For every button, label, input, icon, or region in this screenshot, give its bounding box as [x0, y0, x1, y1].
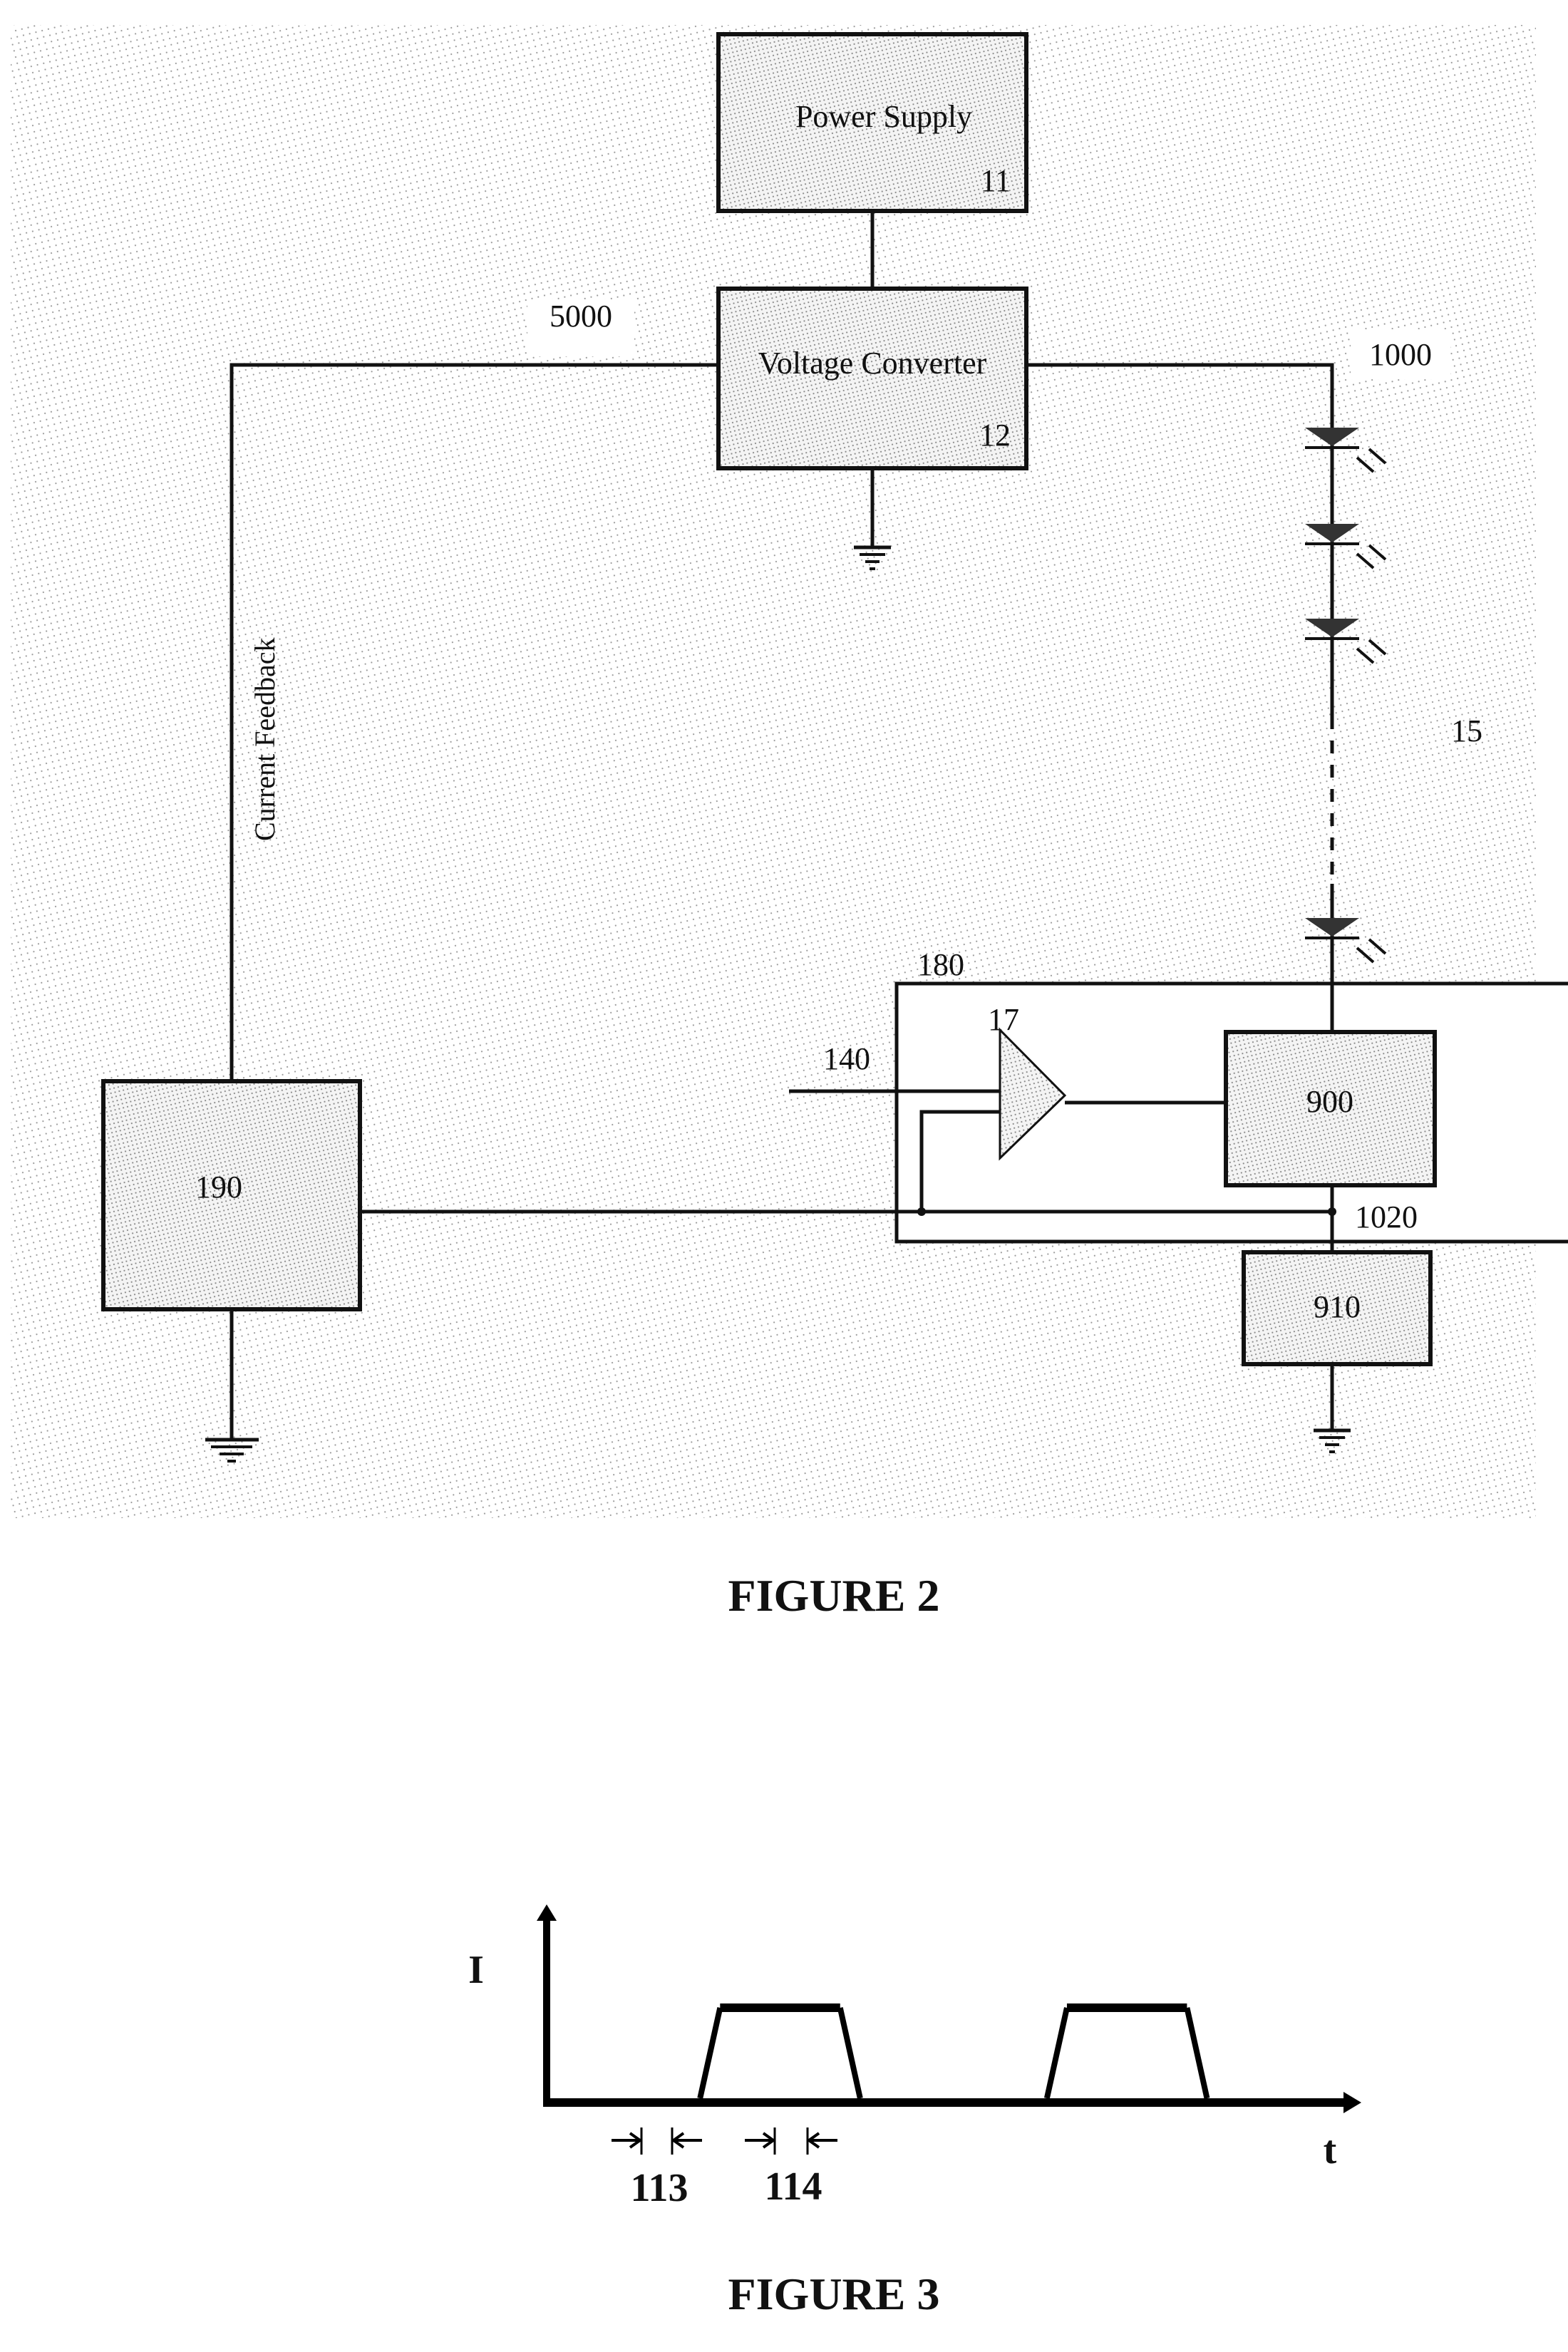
- led-node-label: 1000: [1369, 337, 1432, 372]
- pulse-rising-edge: [697, 2007, 723, 2099]
- reference-input-label: 140: [823, 1041, 870, 1076]
- block-900-ref: 900: [1306, 1084, 1353, 1119]
- pulse-falling-edge: [1184, 2007, 1210, 2099]
- controller-ref: 190: [195, 1170, 242, 1205]
- x-axis-arrow-icon: [1343, 2092, 1361, 2113]
- figure-3: I t 113 114 FIGURE 3: [468, 1904, 1361, 2319]
- current-feedback-label: Current Feedback: [249, 638, 281, 841]
- voltage-converter-ref: 12: [979, 418, 1011, 453]
- power-supply-block: Power Supply 11: [716, 32, 1028, 213]
- amplifier-label: 17: [988, 1002, 1019, 1037]
- pulse-rising-edge: [1043, 2007, 1070, 2099]
- y-axis-arrow-icon: [537, 1904, 557, 1921]
- feedback-node-label: 5000: [550, 299, 612, 334]
- patent-figure-sheet: Power Supply 11 Voltage Converter 12 500…: [11, 25, 1568, 2319]
- block-910-ref: 910: [1314, 1289, 1361, 1324]
- pulse-falling-edge: [837, 2007, 863, 2099]
- control-region-label: 180: [917, 947, 964, 982]
- controller-block-190: 190: [101, 1079, 362, 1311]
- block-900: 900: [1224, 1030, 1437, 1187]
- rise-time-annotation: 113: [612, 2127, 702, 2210]
- figure-2: Power Supply 11 Voltage Converter 12 500…: [11, 25, 1568, 1621]
- voltage-converter-block: Voltage Converter 12: [716, 287, 1028, 470]
- annotation-113: 113: [631, 2166, 688, 2210]
- pulse-series: [697, 2003, 1210, 2099]
- junction-dot: [917, 1207, 926, 1216]
- figure-2-caption: FIGURE 2: [728, 1570, 940, 1621]
- y-axis-label: I: [468, 1948, 484, 1992]
- sense-node-label: 1020: [1355, 1200, 1418, 1234]
- led-string-label: 15: [1451, 713, 1482, 748]
- power-supply-ref: 11: [981, 163, 1011, 198]
- block-910: 910: [1242, 1250, 1433, 1366]
- fall-time-annotation: 114: [745, 2127, 837, 2209]
- junction-dot: [1328, 1207, 1336, 1216]
- voltage-converter-title: Voltage Converter: [758, 346, 987, 381]
- annotation-114: 114: [765, 2165, 822, 2209]
- y-axis: [537, 1904, 557, 2103]
- x-axis: [543, 2092, 1361, 2113]
- power-supply-title: Power Supply: [795, 99, 972, 134]
- x-axis-label: t: [1324, 2128, 1337, 2172]
- figure-3-caption: FIGURE 3: [728, 2269, 940, 2319]
